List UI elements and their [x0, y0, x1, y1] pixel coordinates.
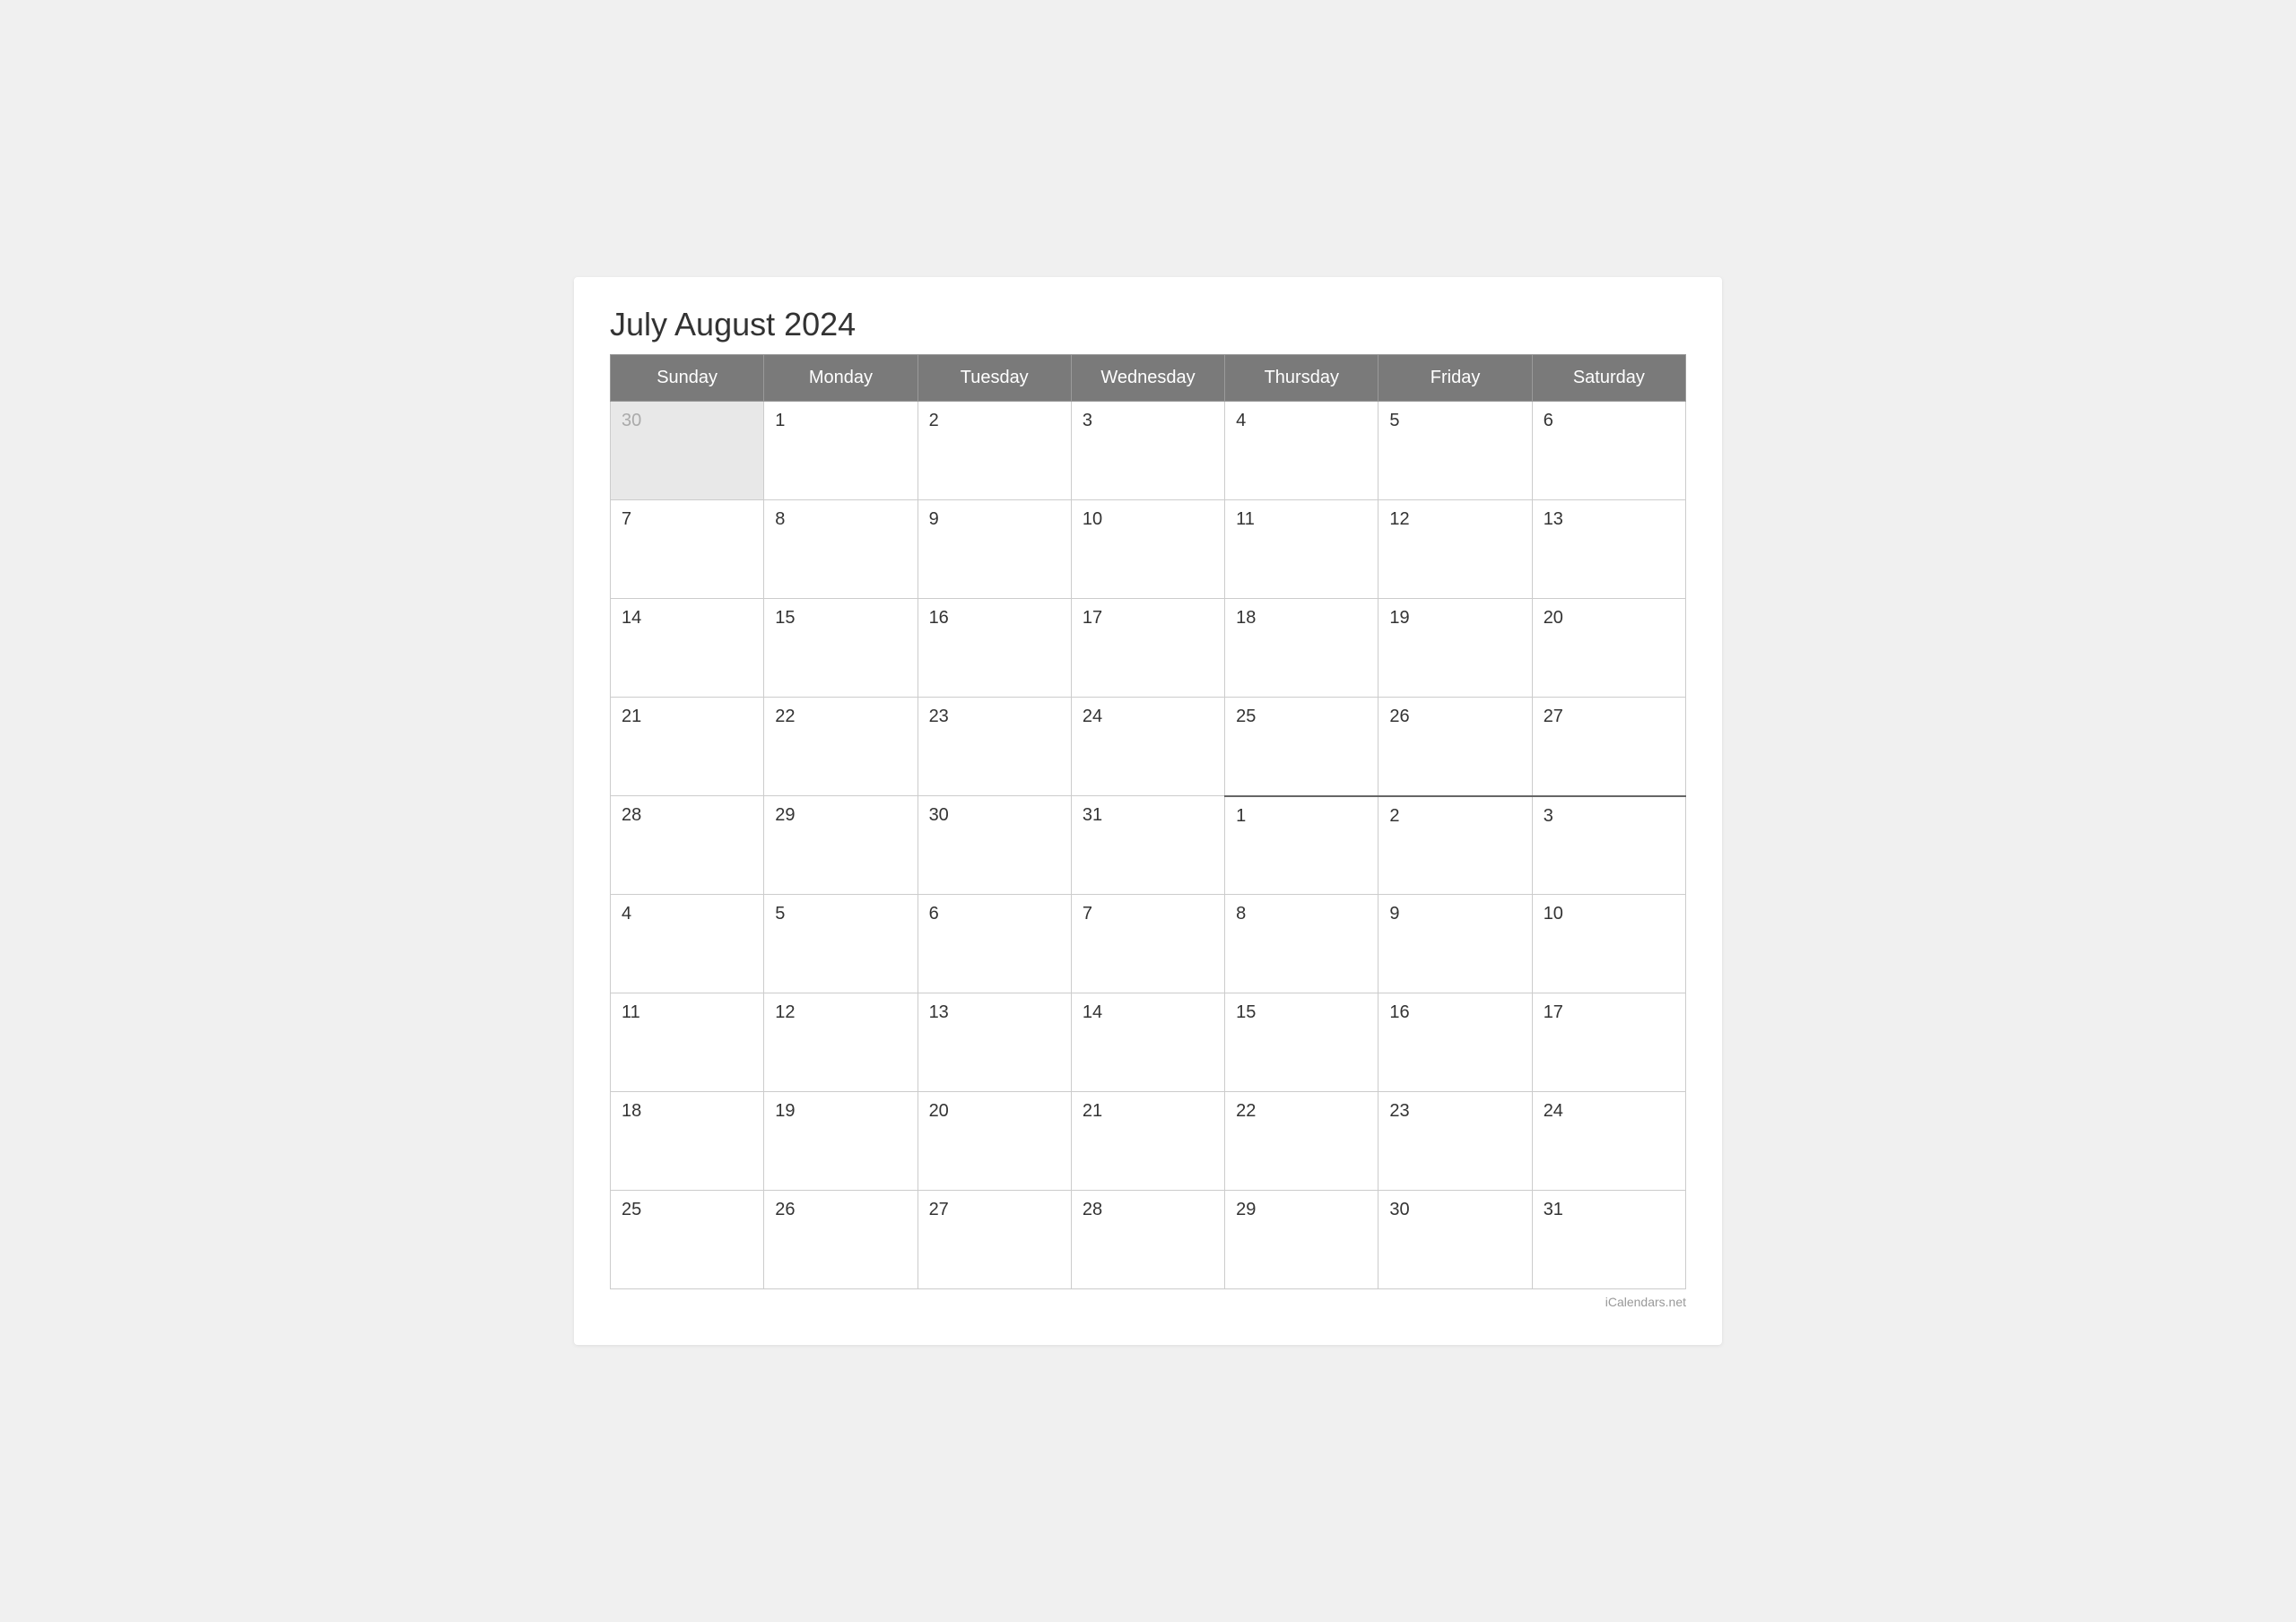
calendar-week-9: 25262728293031 [611, 1191, 1686, 1289]
calendar-day[interactable]: 17 [1532, 993, 1685, 1092]
calendar-day[interactable]: 20 [918, 1092, 1071, 1191]
calendar-day[interactable]: 13 [918, 993, 1071, 1092]
calendar-day[interactable]: 18 [611, 1092, 764, 1191]
calendar-day[interactable]: 30 [611, 402, 764, 500]
calendar-day[interactable]: 10 [1532, 895, 1685, 993]
calendar-day[interactable]: 4 [611, 895, 764, 993]
calendar-week-3: 14151617181920 [611, 599, 1686, 698]
calendar-day[interactable]: 27 [1532, 698, 1685, 796]
calendar-day[interactable]: 22 [764, 698, 918, 796]
calendar-day[interactable]: 21 [611, 698, 764, 796]
calendar-day[interactable]: 24 [1071, 698, 1224, 796]
calendar-day[interactable]: 8 [764, 500, 918, 599]
calendar-day[interactable]: 5 [764, 895, 918, 993]
header-cell-saturday: Saturday [1532, 355, 1685, 402]
calendar-day[interactable]: 11 [611, 993, 764, 1092]
calendar-day[interactable]: 24 [1532, 1092, 1685, 1191]
calendar-day[interactable]: 23 [1378, 1092, 1532, 1191]
calendar-week-1: 30123456 [611, 402, 1686, 500]
calendar-week-4: 21222324252627 [611, 698, 1686, 796]
calendar-day[interactable]: 18 [1225, 599, 1378, 698]
header-cell-tuesday: Tuesday [918, 355, 1071, 402]
calendar-day[interactable]: 30 [1378, 1191, 1532, 1289]
header-cell-thursday: Thursday [1225, 355, 1378, 402]
calendar-day[interactable]: 6 [918, 895, 1071, 993]
header-cell-wednesday: Wednesday [1071, 355, 1224, 402]
header-row: SundayMondayTuesdayWednesdayThursdayFrid… [611, 355, 1686, 402]
calendar-day[interactable]: 21 [1071, 1092, 1224, 1191]
watermark: iCalendars.net [610, 1295, 1686, 1309]
calendar-day[interactable]: 19 [1378, 599, 1532, 698]
calendar-day[interactable]: 10 [1071, 500, 1224, 599]
calendar-day[interactable]: 7 [611, 500, 764, 599]
calendar-day[interactable]: 23 [918, 698, 1071, 796]
calendar-day[interactable]: 25 [611, 1191, 764, 1289]
header-cell-sunday: Sunday [611, 355, 764, 402]
calendar-title: July August 2024 [610, 306, 1686, 343]
calendar-day[interactable]: 1 [764, 402, 918, 500]
calendar-day[interactable]: 8 [1225, 895, 1378, 993]
calendar-header: SundayMondayTuesdayWednesdayThursdayFrid… [611, 355, 1686, 402]
calendar-day[interactable]: 2 [1378, 796, 1532, 895]
calendar-container: July August 2024 SundayMondayTuesdayWedn… [574, 277, 1722, 1345]
calendar-day[interactable]: 3 [1532, 796, 1685, 895]
calendar-day[interactable]: 6 [1532, 402, 1685, 500]
calendar-day[interactable]: 12 [1378, 500, 1532, 599]
calendar-week-5: 28293031123 [611, 796, 1686, 895]
calendar-day[interactable]: 15 [764, 599, 918, 698]
calendar-day[interactable]: 7 [1071, 895, 1224, 993]
calendar-day[interactable]: 30 [918, 796, 1071, 895]
calendar-day[interactable]: 9 [1378, 895, 1532, 993]
calendar-day[interactable]: 4 [1225, 402, 1378, 500]
calendar-day[interactable]: 3 [1071, 402, 1224, 500]
calendar-day[interactable]: 16 [1378, 993, 1532, 1092]
calendar-day[interactable]: 12 [764, 993, 918, 1092]
calendar-day[interactable]: 13 [1532, 500, 1685, 599]
calendar-day[interactable]: 17 [1071, 599, 1224, 698]
calendar-day[interactable]: 16 [918, 599, 1071, 698]
calendar-week-2: 78910111213 [611, 500, 1686, 599]
calendar-day[interactable]: 11 [1225, 500, 1378, 599]
calendar-day[interactable]: 28 [611, 796, 764, 895]
calendar-day[interactable]: 29 [764, 796, 918, 895]
header-cell-monday: Monday [764, 355, 918, 402]
calendar-table: SundayMondayTuesdayWednesdayThursdayFrid… [610, 354, 1686, 1289]
calendar-day[interactable]: 31 [1071, 796, 1224, 895]
calendar-day[interactable]: 25 [1225, 698, 1378, 796]
calendar-day[interactable]: 29 [1225, 1191, 1378, 1289]
calendar-day[interactable]: 5 [1378, 402, 1532, 500]
calendar-day[interactable]: 26 [764, 1191, 918, 1289]
calendar-day[interactable]: 20 [1532, 599, 1685, 698]
calendar-week-6: 45678910 [611, 895, 1686, 993]
calendar-day[interactable]: 19 [764, 1092, 918, 1191]
calendar-day[interactable]: 26 [1378, 698, 1532, 796]
calendar-day[interactable]: 9 [918, 500, 1071, 599]
calendar-day[interactable]: 14 [1071, 993, 1224, 1092]
calendar-body: 3012345678910111213141516171819202122232… [611, 402, 1686, 1289]
calendar-week-8: 18192021222324 [611, 1092, 1686, 1191]
calendar-week-7: 11121314151617 [611, 993, 1686, 1092]
calendar-day[interactable]: 27 [918, 1191, 1071, 1289]
calendar-day[interactable]: 1 [1225, 796, 1378, 895]
calendar-day[interactable]: 2 [918, 402, 1071, 500]
calendar-day[interactable]: 31 [1532, 1191, 1685, 1289]
calendar-day[interactable]: 28 [1071, 1191, 1224, 1289]
calendar-day[interactable]: 22 [1225, 1092, 1378, 1191]
calendar-day[interactable]: 14 [611, 599, 764, 698]
calendar-day[interactable]: 15 [1225, 993, 1378, 1092]
header-cell-friday: Friday [1378, 355, 1532, 402]
